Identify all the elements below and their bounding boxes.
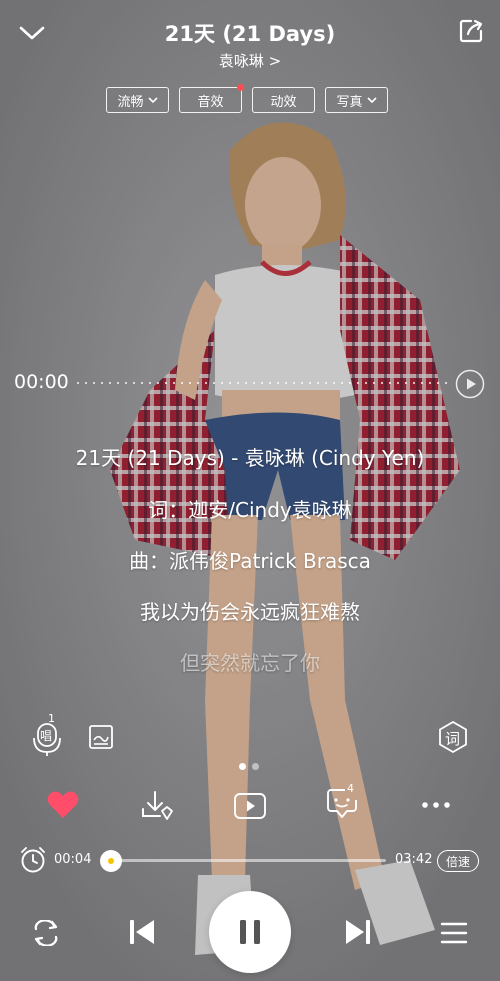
lyrics-toggle-button[interactable]: 词: [437, 720, 469, 754]
notification-dot: [237, 84, 244, 91]
previous-track-icon[interactable]: [124, 914, 160, 950]
sound-effect-label: 音效: [197, 94, 224, 110]
lyric-play-icon[interactable]: [454, 368, 486, 400]
pause-icon: [240, 920, 260, 944]
sound-effect-button[interactable]: 音效: [179, 84, 244, 113]
sing-count-badge: 1: [48, 712, 55, 725]
pause-button[interactable]: [209, 891, 291, 973]
dynamic-effect-label: 动效: [270, 94, 297, 110]
progress-knob-center: [108, 858, 115, 864]
photo-label: 写真: [336, 94, 363, 110]
like-heart-icon[interactable]: [45, 789, 81, 821]
next-track-icon[interactable]: [340, 914, 376, 950]
repeat-icon[interactable]: [29, 916, 63, 950]
video-icon[interactable]: [232, 790, 268, 822]
lyric-seek-time: 00:00: [14, 371, 69, 393]
page-dot: [239, 763, 246, 770]
current-time: 00:04: [54, 852, 92, 867]
song-title: 21天 (21 Days): [164, 22, 336, 46]
playlist-icon[interactable]: [439, 918, 469, 948]
comment-button[interactable]: 4: [325, 782, 361, 822]
lyric-line: 我以为伤会永远疯狂难熬: [140, 600, 360, 624]
chevron-down-icon: [366, 96, 377, 103]
page-dot: [252, 763, 259, 770]
quality-selector[interactable]: 流畅: [106, 87, 169, 113]
sing-along-button[interactable]: 1 唱: [31, 712, 63, 756]
lyric-line: 曲：派伟俊Patrick Brasca: [129, 549, 371, 573]
progress-bar[interactable]: [106, 859, 386, 862]
share-icon[interactable]: [456, 16, 486, 46]
chevron-down-icon: [147, 96, 158, 103]
artist-link[interactable]: 袁咏琳 >: [0, 50, 500, 71]
page-indicator: [239, 763, 259, 770]
quality-label: 流畅: [117, 94, 144, 110]
comment-count-badge: 4: [347, 782, 354, 795]
lyric-seek-line[interactable]: [74, 382, 452, 384]
more-options-icon[interactable]: [420, 795, 452, 815]
photo-selector[interactable]: 写真: [325, 87, 388, 113]
playback-speed-button[interactable]: 倍速: [437, 850, 479, 872]
lyric-line: 词：迦安/Cindy袁咏琳: [148, 498, 352, 522]
sleep-timer-icon[interactable]: [19, 846, 47, 874]
sing-label: 唱: [40, 729, 53, 743]
download-icon[interactable]: [139, 788, 175, 824]
progress-knob[interactable]: [100, 850, 123, 872]
poster-icon[interactable]: [87, 723, 115, 751]
album-artwork: [0, 0, 500, 981]
total-time: 03:42: [395, 852, 433, 867]
quality-chips: 流畅 音效 动效 写真: [106, 84, 388, 113]
lyrics-toggle-label: 词: [445, 730, 461, 748]
dynamic-effect-button[interactable]: 动效: [252, 87, 315, 113]
lyric-line: 但突然就忘了你: [180, 651, 320, 675]
lyric-line: 21天 (21 Days) - 袁咏琳 (Cindy Yen): [75, 446, 425, 470]
